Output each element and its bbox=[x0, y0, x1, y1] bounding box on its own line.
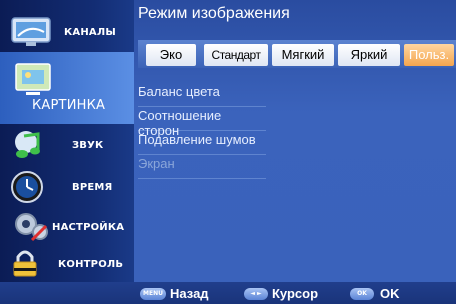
ok-key-icon: OK bbox=[350, 288, 374, 300]
sidebar-item-settings[interactable]: НАСТРОЙКА bbox=[0, 208, 134, 246]
ok-hint-label: OK bbox=[380, 286, 400, 301]
menu-key-icon: MENU bbox=[140, 288, 166, 300]
menu-item-screen: Экран bbox=[138, 156, 266, 179]
sidebar-item-time[interactable]: ВРЕМЯ bbox=[0, 168, 134, 206]
menu-item-aspect-ratio[interactable]: Соотношение сторон bbox=[138, 108, 266, 138]
mode-option-eco[interactable]: Эко bbox=[146, 44, 196, 66]
tv-icon bbox=[11, 17, 51, 46]
mode-option-bright[interactable]: Яркий bbox=[338, 44, 400, 66]
tv-menu-screen: КАНАЛЫ КАРТИНКА ЗВУК ВРЕМЯ НАСТРОЙКА КОН… bbox=[0, 0, 456, 304]
sidebar-item-control[interactable]: КОНТРОЛЬ bbox=[0, 246, 134, 282]
menu-item-noise-reduction[interactable]: Подавление шумов bbox=[138, 132, 266, 155]
sidebar-item-label: ВРЕМЯ bbox=[72, 181, 113, 193]
sidebar-item-label: КАРТИНКА bbox=[32, 98, 106, 113]
mode-option-user[interactable]: Польз. bbox=[404, 44, 454, 66]
sidebar-item-picture[interactable]: КАРТИНКА bbox=[0, 52, 134, 124]
clock-icon bbox=[11, 171, 43, 203]
sidebar-item-sound[interactable]: ЗВУК bbox=[0, 126, 134, 164]
mode-option-standard[interactable]: Стандарт bbox=[204, 44, 268, 66]
mode-option-soft[interactable]: Мягкий bbox=[272, 44, 334, 66]
sidebar-item-label: КОНТРОЛЬ bbox=[58, 258, 124, 270]
lock-icon bbox=[13, 250, 37, 277]
cursor-key-icon: ◄ ► bbox=[244, 288, 268, 300]
back-hint-label: Назад bbox=[170, 286, 209, 301]
sidebar-item-channels[interactable]: КАНАЛЫ bbox=[0, 12, 134, 52]
sidebar-item-label: ЗВУК bbox=[72, 139, 104, 151]
picture-mode-selector: Эко Стандарт Мягкий Яркий Польз. bbox=[138, 40, 456, 68]
picture-icon bbox=[15, 63, 51, 95]
sidebar-item-label: КАНАЛЫ bbox=[64, 26, 116, 38]
sidebar-item-label: НАСТРОЙКА bbox=[52, 221, 125, 233]
menu-item-color-balance[interactable]: Баланс цвета bbox=[138, 84, 266, 107]
gear-icon bbox=[15, 213, 48, 242]
picture-settings-panel: Режим изображения Эко Стандарт Мягкий Яр… bbox=[134, 0, 456, 282]
cursor-hint-label: Курсор bbox=[272, 286, 319, 301]
music-note-icon bbox=[15, 131, 40, 158]
page-title: Режим изображения bbox=[138, 5, 290, 22]
bottom-hint-bar: MENU Назад ◄ ► Курсор OK OK bbox=[0, 282, 456, 304]
sidebar: КАНАЛЫ КАРТИНКА ЗВУК ВРЕМЯ НАСТРОЙКА КОН… bbox=[0, 0, 134, 282]
